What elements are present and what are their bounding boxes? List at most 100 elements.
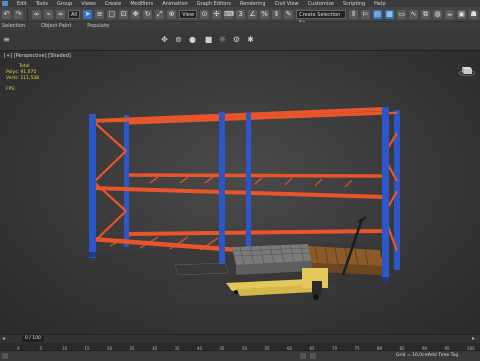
- spinner-snap-button[interactable]: ⇕: [272, 9, 282, 19]
- rack-upright-left-front: [89, 114, 96, 258]
- keyboard-shortcut-button[interactable]: ⌨: [224, 9, 234, 19]
- light-icon[interactable]: ☼: [218, 36, 227, 44]
- render-setup-button[interactable]: ☕: [445, 9, 455, 19]
- move-icon: ✥: [132, 9, 139, 18]
- sphere-icon[interactable]: ●: [188, 36, 197, 44]
- viewport-label[interactable]: [+] [Perspective] [Shaded]: [4, 53, 71, 59]
- toolbar-separator: [27, 8, 28, 20]
- scale-button[interactable]: ⤢: [155, 9, 165, 19]
- frame-window-icon: ▣: [458, 9, 465, 18]
- app-logo-icon[interactable]: [2, 1, 8, 6]
- link-button[interactable]: ∞: [32, 9, 41, 19]
- mirror-button[interactable]: ⫴: [349, 9, 359, 19]
- select-by-name-button[interactable]: ≡: [95, 9, 105, 19]
- layer-explorer-button[interactable]: ▦: [385, 9, 395, 19]
- unlink-button[interactable]: ⌁: [44, 9, 53, 19]
- scale-icon: ⤢: [156, 9, 163, 18]
- menu-civil-view[interactable]: Civil View: [275, 1, 299, 7]
- scene-explorer-button[interactable]: ▤: [373, 9, 383, 19]
- curve-editor-button[interactable]: ∿: [409, 9, 419, 19]
- placement-button[interactable]: ⊕: [167, 9, 177, 19]
- add-time-tag[interactable]: Add Time Tag: [428, 353, 458, 359]
- track-bar[interactable]: 0 5 10 15 20 25 30 35 40 45 50 55 60 65 70 75 80 85 90 95 10…: [0, 343, 480, 351]
- rotate-button[interactable]: ↻: [143, 9, 153, 19]
- schematic-icon: ⧉: [423, 9, 429, 18]
- align-button[interactable]: ⊨: [361, 9, 371, 19]
- rendered-frame-button[interactable]: ▣: [457, 9, 467, 19]
- select-object-button[interactable]: ➤: [83, 9, 93, 19]
- perspective-viewport[interactable]: [+] [Perspective] [Shaded] Total Polys: …: [0, 51, 480, 334]
- rack-upright-middle-back: [246, 113, 251, 251]
- pivot-button[interactable]: ⊙: [200, 9, 210, 19]
- snap-toggle-button[interactable]: 3: [236, 9, 246, 19]
- reference-coord-dropdown[interactable]: View: [179, 9, 198, 19]
- tab-populate[interactable]: Populate: [87, 23, 109, 29]
- menu-edit[interactable]: Edit: [17, 1, 27, 7]
- undo-button[interactable]: ↶: [2, 9, 11, 19]
- redo-button[interactable]: ↷: [14, 9, 23, 19]
- rack-upright-middle-front: [219, 112, 225, 264]
- named-selection-set-dropdown[interactable]: Create Selection Se: [296, 9, 347, 26]
- fps-label: FPS:: [6, 87, 16, 92]
- selection-filter-dropdown[interactable]: All: [68, 9, 81, 19]
- maxscript-listener-button[interactable]: [2, 353, 8, 359]
- render-production-button[interactable]: ☗: [469, 9, 479, 19]
- grid-readout: Grid = 10,0cm: [396, 353, 429, 358]
- redo-icon: ↷: [15, 9, 22, 18]
- menu-animation[interactable]: Animation: [162, 1, 188, 7]
- list-icon: ≡: [96, 9, 103, 18]
- menu-scripting[interactable]: Scripting: [343, 1, 365, 7]
- percent-snap-icon: %: [261, 9, 268, 18]
- tab-object-paint[interactable]: Object Paint: [41, 23, 71, 29]
- menu-views[interactable]: Views: [81, 1, 95, 7]
- schematic-view-button[interactable]: ⧉: [421, 9, 431, 19]
- menu-help[interactable]: Help: [374, 1, 385, 7]
- material-icon: ◍: [434, 9, 441, 18]
- viewcube-icon[interactable]: [458, 64, 476, 76]
- region-select-button[interactable]: □: [107, 9, 117, 19]
- material-editor-button[interactable]: ◍: [433, 9, 443, 19]
- link-icon: ∞: [33, 9, 40, 18]
- select-manipulate-button[interactable]: ✣: [212, 9, 222, 19]
- cube-icon[interactable]: ■: [204, 36, 213, 44]
- manipulate-icon: ✣: [213, 9, 220, 18]
- angle-snap-button[interactable]: ∠: [248, 9, 258, 19]
- region-icon: □: [108, 9, 116, 18]
- next-frame-icon[interactable]: ▸: [472, 336, 475, 342]
- gear-icon[interactable]: ⚙: [232, 36, 241, 44]
- move-button[interactable]: ✥: [131, 9, 141, 19]
- snap-icon: 3: [238, 9, 243, 18]
- menu-group[interactable]: Group: [57, 1, 72, 7]
- move-tool-icon[interactable]: ✥: [160, 36, 169, 44]
- menu-customize[interactable]: Customize: [308, 1, 334, 7]
- lock-selection-button[interactable]: [300, 353, 306, 359]
- menu-button[interactable]: ≡: [2, 36, 11, 44]
- pallet-jack-pump: [312, 281, 322, 295]
- prev-frame-icon[interactable]: ◂: [2, 336, 5, 342]
- menu-graph-editors[interactable]: Graph Editors: [197, 1, 231, 7]
- layers-icon: ▦: [386, 9, 393, 18]
- menu-bar: Edit Tools Group Views Create Modifiers …: [0, 0, 480, 7]
- bind-spacewarp-button[interactable]: ≈: [56, 9, 65, 19]
- menu-create[interactable]: Create: [105, 1, 122, 7]
- rack-beam-middle-back: [127, 173, 384, 178]
- tab-selection[interactable]: Selection: [2, 23, 25, 29]
- ribbon-panel: ≡ ✥ ⊚ ● ■ ☼ ⚙ ✱: [0, 30, 480, 51]
- absolute-mode-button[interactable]: [310, 353, 316, 359]
- edit-named-selection-button[interactable]: ✎: [284, 9, 294, 19]
- rack-beam-bottom-back: [127, 229, 383, 236]
- render-icon: ☗: [470, 9, 477, 18]
- curve-icon: ∿: [410, 9, 417, 18]
- pivot-icon: ⊙: [201, 9, 208, 18]
- menu-modifiers[interactable]: Modifiers: [130, 1, 153, 7]
- window-crossing-button[interactable]: ⊡: [119, 9, 129, 19]
- pallet-jack-wheel: [313, 294, 319, 300]
- polys-value: 91,075: [20, 70, 37, 75]
- crossing-icon: ⊡: [120, 9, 127, 18]
- wrench-icon[interactable]: ✱: [246, 36, 255, 44]
- percent-snap-button[interactable]: %: [260, 9, 270, 19]
- cylinder-icon[interactable]: ⊚: [174, 36, 183, 44]
- menu-rendering[interactable]: Rendering: [240, 1, 266, 7]
- ribbon-toggle-button[interactable]: ▭: [397, 9, 407, 19]
- menu-tools[interactable]: Tools: [36, 1, 48, 7]
